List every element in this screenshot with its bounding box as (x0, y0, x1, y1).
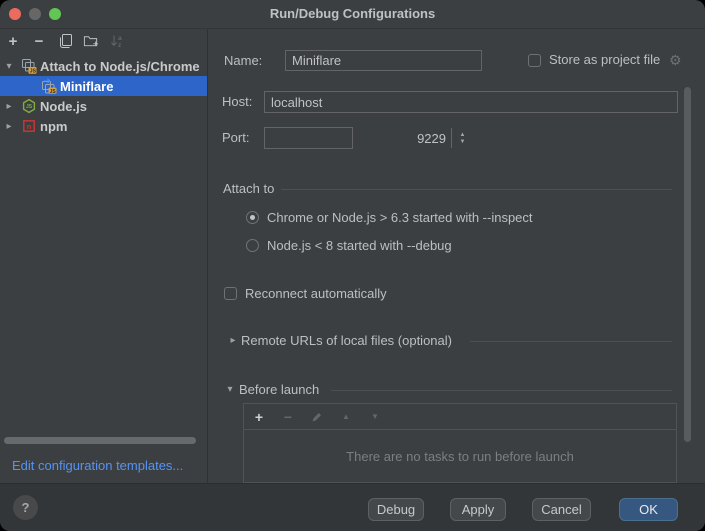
chevron-right-icon[interactable]: ▸ (2, 101, 16, 112)
edit-configuration-templates-link[interactable]: Edit configuration templates... (12, 458, 183, 474)
configurations-toolbar: + − a z (5, 30, 125, 52)
port-input[interactable] (265, 128, 451, 148)
port-label: Port: (222, 127, 249, 149)
radio-nodejs-debug[interactable] (246, 239, 259, 252)
minus-icon: − (35, 33, 44, 50)
tree-item-miniflare[interactable]: JS Miniflare (0, 76, 207, 96)
minus-icon: − (284, 409, 292, 425)
no-tasks-empty-text: There are no tasks to run before launch (244, 430, 676, 482)
remote-urls-separator-line (470, 341, 672, 342)
plus-icon: + (9, 33, 18, 50)
help-button[interactable]: ? (13, 495, 38, 520)
dialog-title: Run/Debug Configurations (60, 0, 645, 28)
svg-text:JS: JS (26, 104, 33, 110)
triangle-down-icon: ▼ (371, 412, 379, 421)
move-task-up-button[interactable]: ▲ (339, 409, 353, 425)
svg-text:n: n (27, 122, 32, 131)
attach-to-section-title: Attach to (223, 178, 274, 200)
chevron-down-icon[interactable]: ▾ (2, 61, 16, 72)
new-folder-icon (83, 33, 99, 49)
chevron-right-icon[interactable]: ▸ (2, 121, 16, 132)
titlebar: Run/Debug Configurations (0, 0, 705, 29)
pencil-icon (311, 411, 323, 423)
attach-nodejs-chrome-icon: JS (41, 78, 57, 94)
before-launch-section-title[interactable]: Before launch (239, 379, 319, 401)
question-mark-icon: ? (22, 500, 30, 515)
gear-icon[interactable]: ⚙ (669, 49, 682, 71)
attach-nodejs-chrome-icon: JS (21, 58, 37, 74)
spinner-up-icon[interactable]: ▲ (460, 131, 466, 138)
reconnect-automatically-label[interactable]: Reconnect automatically (245, 283, 387, 305)
vertical-scrollbar[interactable] (684, 87, 691, 442)
radio-chrome-inspect[interactable] (246, 211, 259, 224)
svg-text:JS: JS (30, 69, 37, 74)
tree-item-nodejs[interactable]: ▸ JS Node.js (0, 96, 207, 116)
copy-icon (57, 33, 73, 49)
tree-item-attach-to-nodejs-chrome[interactable]: ▾ JS Attach to Node.js/Chrome (0, 56, 207, 76)
ok-button[interactable]: OK (619, 498, 678, 521)
debug-button[interactable]: Debug (368, 498, 424, 521)
port-field: ▲ ▼ (264, 127, 353, 149)
before-launch-tasks-panel: + − ▲ ▼ There are no tasks to run before… (243, 403, 677, 483)
tree-item-label: Miniflare (60, 79, 113, 94)
store-as-project-file-checkbox[interactable] (528, 54, 541, 67)
spinner-down-icon[interactable]: ▼ (460, 138, 466, 145)
edit-task-button[interactable] (310, 409, 324, 425)
chevron-down-icon[interactable]: ▾ (223, 382, 237, 398)
triangle-up-icon: ▲ (342, 412, 350, 421)
port-spinner: ▲ ▼ (451, 128, 473, 148)
svg-text:JS: JS (50, 89, 57, 94)
store-as-project-file-label[interactable]: Store as project file (549, 49, 660, 71)
chevron-right-icon[interactable]: ▸ (226, 333, 240, 349)
run-debug-configurations-dialog: Run/Debug Configurations + − a z (0, 0, 705, 531)
name-label: Name: (224, 50, 262, 72)
copy-configuration-button[interactable] (57, 32, 73, 50)
before-launch-toolbar: + − ▲ ▼ (244, 404, 676, 430)
footer (0, 484, 705, 531)
before-launch-separator-line (331, 390, 672, 391)
cancel-button[interactable]: Cancel (532, 498, 591, 521)
tree-item-npm[interactable]: ▸ n npm (0, 116, 207, 136)
name-input[interactable] (285, 50, 482, 71)
new-folder-button[interactable] (83, 32, 99, 50)
apply-button[interactable]: Apply (450, 498, 506, 521)
tree-item-label: npm (40, 119, 67, 134)
host-label: Host: (222, 91, 252, 113)
remove-configuration-button[interactable]: − (31, 32, 47, 50)
nodejs-icon: JS (21, 98, 37, 114)
plus-icon: + (255, 409, 263, 425)
sort-configurations-button[interactable]: a z (109, 32, 125, 50)
minimize-window-button (29, 8, 41, 20)
npm-icon: n (21, 118, 37, 134)
attach-to-separator-line (281, 189, 672, 190)
remove-task-button[interactable]: − (281, 409, 295, 425)
sort-az-icon: a z (109, 33, 125, 49)
add-configuration-button[interactable]: + (5, 32, 21, 50)
close-window-button[interactable] (9, 8, 21, 20)
sidebar-horizontal-scrollbar[interactable] (4, 437, 196, 444)
tree-item-label: Attach to Node.js/Chrome (40, 59, 200, 74)
remote-urls-section-title[interactable]: Remote URLs of local files (optional) (241, 330, 452, 352)
add-task-button[interactable]: + (252, 409, 266, 425)
sidebar-divider (207, 29, 208, 483)
host-input[interactable] (264, 91, 678, 113)
radio-chrome-inspect-label[interactable]: Chrome or Node.js > 6.3 started with --i… (267, 207, 533, 229)
radio-nodejs-debug-label[interactable]: Node.js < 8 started with --debug (267, 235, 452, 257)
window-controls (9, 8, 61, 20)
move-task-down-button[interactable]: ▼ (368, 409, 382, 425)
reconnect-automatically-checkbox[interactable] (224, 287, 237, 300)
svg-text:z: z (118, 42, 122, 49)
svg-text:a: a (118, 35, 122, 42)
tree-item-label: Node.js (40, 99, 87, 114)
